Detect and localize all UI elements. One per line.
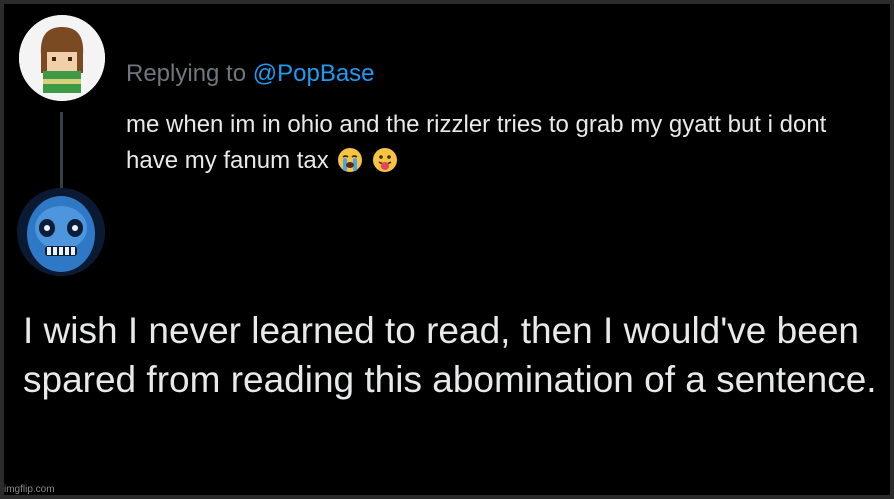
- imgflip-watermark: imgflip.com: [4, 484, 55, 495]
- replying-to-line: Replying to @PopBase: [126, 60, 375, 88]
- tweet-card: Replying to @PopBase me when im in ohio …: [4, 4, 890, 495]
- reply-tweet-text: I wish I never learned to read, then I w…: [23, 310, 877, 400]
- reply-author-avatar[interactable]: [17, 188, 105, 276]
- loudly-crying-face-icon: [337, 147, 363, 184]
- replying-to-label: Replying to: [126, 60, 247, 87]
- screenshot-frame: Replying to @PopBase me when im in ohio …: [0, 0, 894, 499]
- original-tweet-body: me when im in ohio and the rizzler tries…: [126, 111, 827, 174]
- original-author-avatar[interactable]: [19, 15, 105, 101]
- original-tweet-text: me when im in ohio and the rizzler tries…: [126, 107, 846, 184]
- reply-handle-link[interactable]: @PopBase: [253, 60, 375, 87]
- face-with-tongue-icon: [372, 147, 398, 184]
- thread-connector-line: [60, 112, 63, 188]
